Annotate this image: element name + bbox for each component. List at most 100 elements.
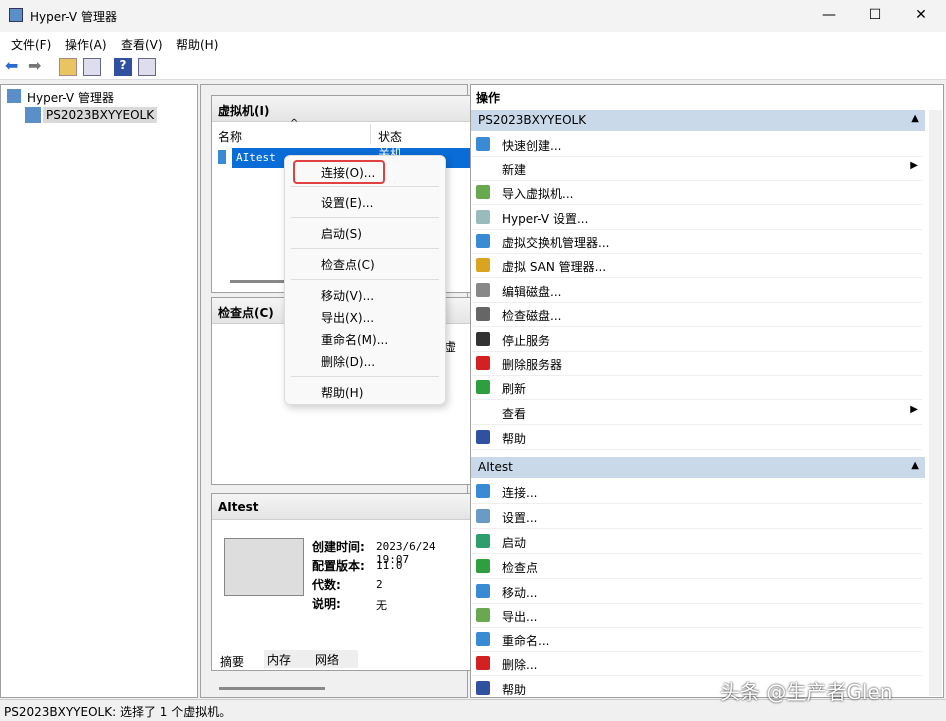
action-label: 启动: [502, 534, 526, 551]
menu-file[interactable]: 文件(F): [11, 36, 51, 53]
tree-server[interactable]: PS2023BXYYEOLK: [43, 107, 157, 123]
vm-icon: [218, 150, 226, 164]
action-label: 快速创建...: [502, 137, 561, 154]
details-title: AItest: [212, 494, 470, 520]
column-state[interactable]: 状态: [378, 128, 402, 145]
server-icon: [25, 107, 41, 123]
menu-item-checkpoint[interactable]: 检查点(C): [321, 256, 375, 273]
network-switch-icon: [476, 234, 490, 248]
action-item[interactable]: 导入虚拟机...: [472, 181, 922, 205]
tree-root[interactable]: Hyper-V 管理器: [27, 89, 114, 106]
action-label: 删除...: [502, 656, 537, 673]
action-label: 刷新: [502, 380, 526, 397]
action-item[interactable]: 编辑磁盘...: [472, 279, 922, 303]
action-item[interactable]: 导出...: [472, 604, 922, 628]
action-item[interactable]: 查看▶: [472, 401, 922, 425]
menu-item-settings[interactable]: 设置(E)...: [321, 194, 373, 211]
maximize-button[interactable]: ☐: [852, 0, 898, 32]
field-label: 配置版本:: [312, 557, 365, 574]
help-icon[interactable]: ?: [114, 58, 132, 76]
field-label: 说明:: [312, 595, 341, 612]
menu-item-delete[interactable]: 删除(D)...: [321, 353, 375, 370]
action-item[interactable]: 重命名...: [472, 628, 922, 652]
action-item[interactable]: 删除服务器: [472, 352, 922, 376]
horizontal-scrollbar[interactable]: [219, 687, 325, 690]
delete-vm-icon: [476, 656, 490, 670]
action-label: 删除服务器: [502, 356, 562, 373]
field-value: 无: [376, 597, 387, 613]
field-value: 2: [376, 578, 383, 591]
forward-icon[interactable]: ➡: [28, 58, 46, 76]
stop-icon: [476, 332, 490, 346]
window-title: Hyper-V 管理器: [30, 8, 117, 25]
action-item[interactable]: 停止服务: [472, 328, 922, 352]
collapse-icon[interactable]: ▲: [911, 460, 919, 471]
submenu-arrow-icon: ▶: [910, 160, 918, 171]
column-name[interactable]: 名称: [218, 128, 242, 145]
action-label: 重命名...: [502, 632, 549, 649]
collapse-icon[interactable]: ▲: [911, 113, 919, 124]
field-value: 11.0: [376, 559, 403, 572]
action-item[interactable]: Hyper-V 设置...: [472, 206, 922, 230]
action-item[interactable]: 启动: [472, 530, 922, 554]
action-label: Hyper-V 设置...: [502, 210, 588, 227]
action-item[interactable]: 连接...: [472, 480, 922, 504]
context-menu: 连接(O)... 设置(E)... 启动(S) 检查点(C) 移动(V)... …: [284, 155, 446, 405]
vm-pane-title: 虚拟机(I): [212, 96, 470, 122]
power-icon: [476, 534, 490, 548]
back-icon[interactable]: ⬅: [5, 58, 23, 76]
action-pane-icon[interactable]: [138, 58, 156, 76]
menu-item-help[interactable]: 帮助(H): [321, 384, 363, 401]
menu-item-connect[interactable]: 连接(O)...: [321, 164, 375, 181]
menu-item-export[interactable]: 导出(X)...: [321, 309, 374, 326]
up-folder-icon[interactable]: [59, 58, 77, 76]
minimize-button[interactable]: —: [806, 0, 852, 32]
close-button[interactable]: ✕: [898, 0, 944, 32]
action-item[interactable]: 检查磁盘...: [472, 303, 922, 327]
menu-item-move[interactable]: 移动(V)...: [321, 287, 374, 304]
move-icon: [476, 584, 490, 598]
action-item[interactable]: 帮助: [472, 426, 922, 450]
submenu-arrow-icon: ▶: [910, 404, 918, 415]
section-vm[interactable]: AItest▲: [471, 457, 925, 478]
menu-action[interactable]: 操作(A): [65, 36, 107, 53]
title-bar: Hyper-V 管理器 — ☐ ✕: [0, 0, 946, 32]
section-server-label: PS2023BXYYEOLK: [478, 113, 586, 127]
details-pane: AItest 创建时间: 2023/6/24 19:07 配置版本: 11.0 …: [211, 493, 471, 671]
action-label: 帮助: [502, 681, 526, 698]
action-label: 虚拟 SAN 管理器...: [502, 258, 606, 275]
action-item[interactable]: 刷新: [472, 376, 922, 400]
section-server[interactable]: PS2023BXYYEOLK ▲: [471, 110, 925, 131]
action-item[interactable]: 新建 ▶: [472, 157, 922, 181]
action-item[interactable]: 快速创建...: [472, 133, 922, 157]
action-label: 虚拟交换机管理器...: [502, 234, 609, 251]
show-hide-tree-icon[interactable]: [83, 58, 101, 76]
menu-view[interactable]: 查看(V): [121, 36, 163, 53]
action-item[interactable]: 检查点: [472, 555, 922, 579]
menu-help[interactable]: 帮助(H): [176, 36, 218, 53]
vertical-scrollbar[interactable]: [929, 110, 942, 696]
action-item[interactable]: 设置...: [472, 505, 922, 529]
toolbar: ⬅ ➡ ?: [0, 54, 946, 80]
action-item[interactable]: 移动...: [472, 580, 922, 604]
sort-asc-icon: ^: [290, 118, 298, 129]
menu-item-rename[interactable]: 重命名(M)...: [321, 331, 388, 348]
action-label: 新建: [502, 161, 526, 178]
menu-item-start[interactable]: 启动(S): [321, 225, 362, 242]
settings-page-icon: [476, 210, 490, 224]
horizontal-scrollbar[interactable]: [230, 280, 290, 283]
action-label: 导出...: [502, 608, 537, 625]
tab-memory[interactable]: 内存: [264, 650, 312, 668]
menu-bar: 文件(F) 操作(A) 查看(V) 帮助(H): [0, 32, 946, 54]
tab-summary[interactable]: 摘要: [218, 652, 264, 670]
action-item[interactable]: 虚拟 SAN 管理器...: [472, 254, 922, 278]
hyperv-manager-icon: [7, 89, 21, 103]
action-item[interactable]: 删除...: [472, 652, 922, 676]
help-icon: [476, 681, 490, 695]
export-icon: [476, 608, 490, 622]
action-item[interactable]: 虚拟交换机管理器...: [472, 230, 922, 254]
watermark: 头条 @生产者Glen: [720, 676, 892, 705]
action-label: 导入虚拟机...: [502, 185, 573, 202]
tab-network[interactable]: 网络: [312, 650, 358, 668]
action-label: 移动...: [502, 584, 537, 601]
